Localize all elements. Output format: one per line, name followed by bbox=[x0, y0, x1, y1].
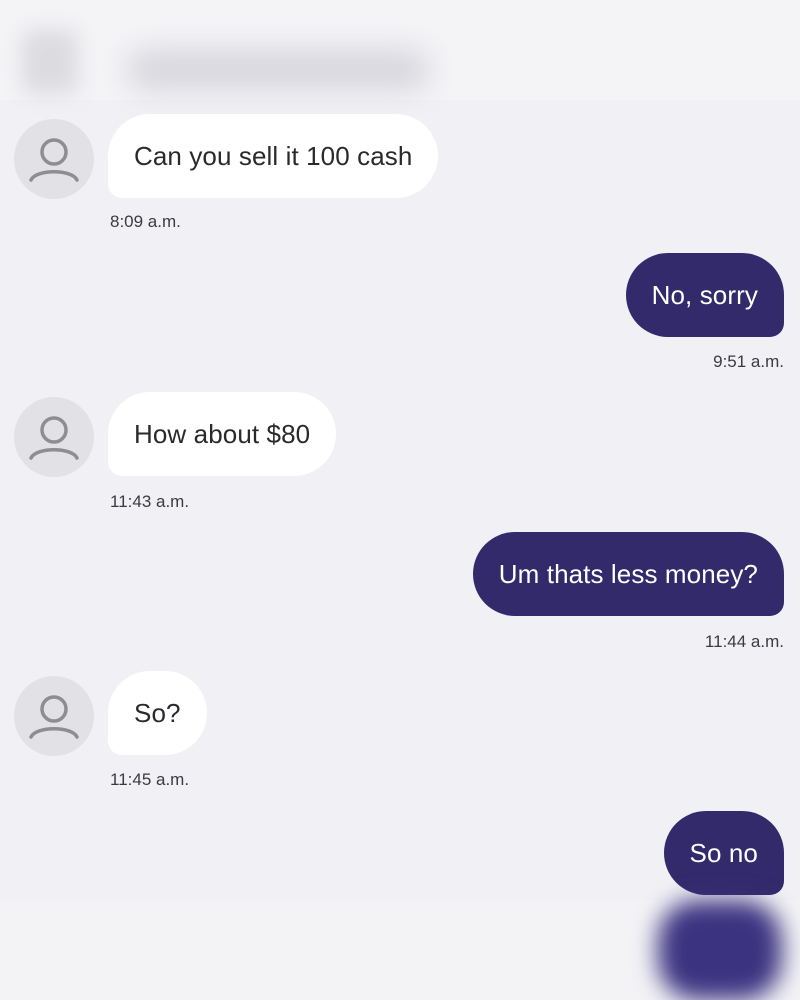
person-placeholder-icon bbox=[29, 138, 79, 182]
blurred-outgoing-bubble bbox=[658, 900, 782, 1000]
header-avatar-blurred[interactable] bbox=[22, 30, 78, 94]
message-timestamp: 9:51 a.m. bbox=[713, 352, 784, 371]
sender-avatar[interactable] bbox=[14, 119, 94, 199]
message-timestamp: 11:45 a.m. bbox=[110, 770, 190, 789]
header-title-blurred bbox=[128, 50, 428, 90]
sender-avatar[interactable] bbox=[14, 676, 94, 756]
outgoing-message-bubble[interactable]: Um thats less money? bbox=[472, 532, 784, 616]
incoming-message-bubble[interactable]: So? bbox=[108, 671, 207, 755]
outgoing-message-bubble[interactable]: So no bbox=[663, 811, 784, 895]
message-timestamp: 11:43 a.m. bbox=[110, 492, 190, 511]
sender-avatar[interactable] bbox=[14, 397, 94, 477]
incoming-message-bubble[interactable]: How about $80 bbox=[108, 392, 337, 476]
person-placeholder-icon bbox=[29, 695, 79, 739]
outgoing-message-bubble[interactable]: No, sorry bbox=[625, 253, 784, 337]
message-timestamp: 11:44 a.m. bbox=[704, 632, 784, 651]
incoming-message-bubble[interactable]: Can you sell it 100 cash bbox=[108, 114, 439, 198]
person-placeholder-icon bbox=[29, 416, 79, 460]
message-timestamp: 8:09 a.m. bbox=[110, 212, 181, 231]
chat-header bbox=[0, 0, 800, 100]
